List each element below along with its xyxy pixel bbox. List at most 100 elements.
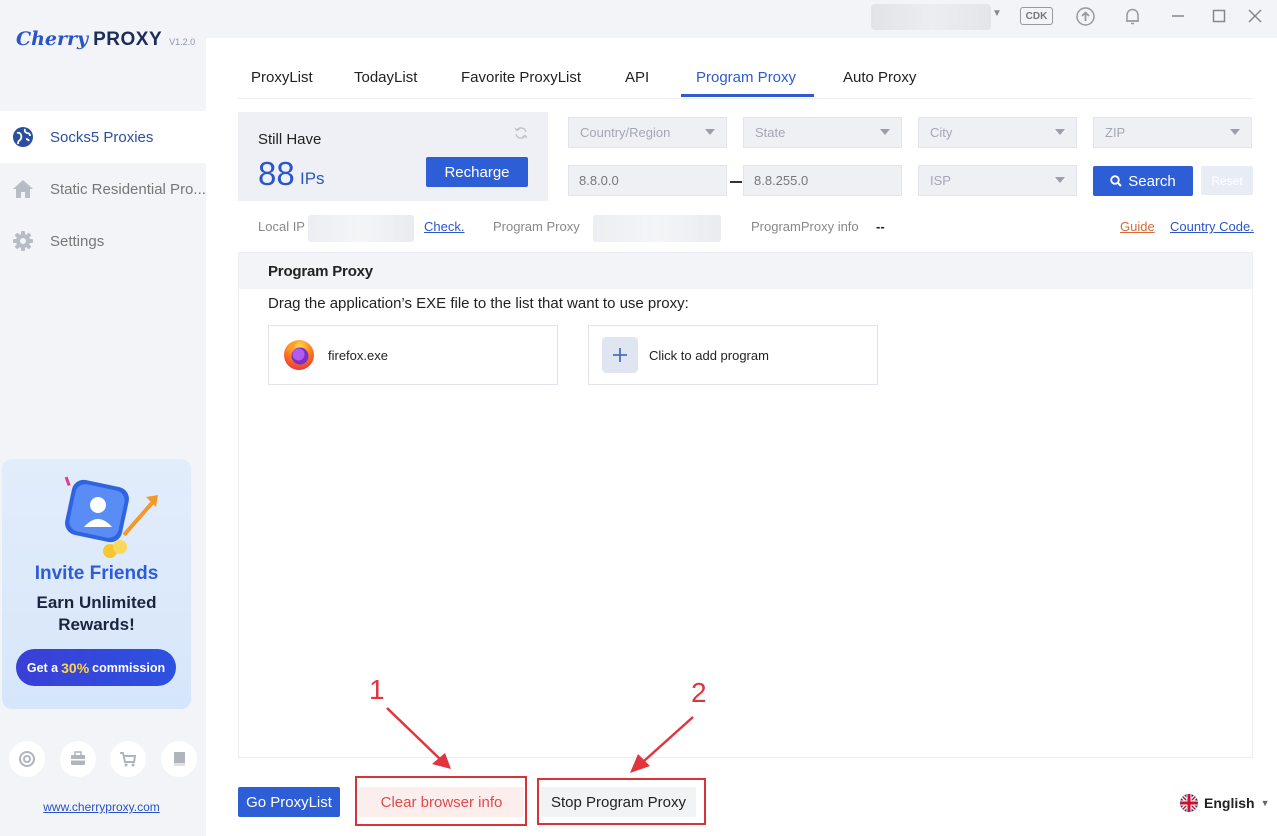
refresh-icon[interactable] <box>514 126 528 143</box>
cta-suffix: commission <box>92 660 166 675</box>
search-button[interactable]: Search <box>1093 166 1193 196</box>
sidebar-item-settings[interactable]: Settings <box>0 215 206 267</box>
tab-todaylist[interactable]: TodayList <box>354 69 417 86</box>
local-ip-label: Local IP <box>258 219 305 234</box>
zip-placeholder: ZIP <box>1105 125 1126 140</box>
isp-placeholder: ISP <box>930 173 951 188</box>
promo-subtitle: Earn Unlimited Rewards! <box>2 592 191 636</box>
tab-bar: ProxyList TodayList Favorite ProxyList A… <box>238 38 1253 99</box>
program-proxy-description: Drag the application’s EXE file to the l… <box>268 295 689 312</box>
country-region-placeholder: Country/Region <box>580 125 671 140</box>
logo-cherry-text: Cherry <box>16 28 89 50</box>
app-logo: Cherry PROXY V1.2.0 <box>16 28 195 51</box>
minimize-icon[interactable] <box>1168 6 1188 26</box>
state-placeholder: State <box>755 125 786 140</box>
program-card-firefox[interactable]: firefox.exe <box>268 325 558 385</box>
bell-icon[interactable] <box>1122 6 1142 26</box>
sidebar-bottom-icons <box>0 741 206 777</box>
program-proxy-value <box>593 215 721 242</box>
main-panel: ProxyList TodayList Favorite ProxyList A… <box>206 38 1277 836</box>
website-link[interactable]: www.cherryproxy.com <box>0 800 203 814</box>
program-proxy-info-value: -- <box>876 219 885 234</box>
promo-commission-button[interactable]: Get a 30% commission <box>16 649 176 686</box>
annotation-box-1 <box>355 776 527 826</box>
range-separator <box>730 181 742 183</box>
briefcase-icon[interactable] <box>59 741 96 777</box>
chevron-down-icon[interactable]: ▼ <box>992 8 1002 19</box>
globe-icon <box>12 126 34 148</box>
isp-select[interactable]: ISP <box>918 165 1077 196</box>
program-proxy-panel: Program Proxy Drag the application’s EXE… <box>238 252 1253 758</box>
search-label: Search <box>1128 172 1176 190</box>
sidebar: Cherry PROXY V1.2.0 Socks5 Proxies Stati… <box>0 0 206 836</box>
add-program-button[interactable]: Click to add program <box>588 325 878 385</box>
maximize-icon[interactable] <box>1209 6 1229 26</box>
chevron-down-icon <box>1230 129 1240 135</box>
support-icon[interactable] <box>9 741 46 777</box>
guide-link[interactable]: Guide <box>1120 219 1155 234</box>
zip-select[interactable]: ZIP <box>1093 117 1252 148</box>
sidebar-item-label: Settings <box>50 232 105 250</box>
chevron-down-icon <box>705 129 715 135</box>
plus-icon <box>602 337 638 373</box>
sidebar-item-socks5[interactable]: Socks5 Proxies <box>0 111 206 163</box>
search-icon <box>1110 175 1122 187</box>
check-link[interactable]: Check. <box>424 219 464 234</box>
account-selector[interactable] <box>871 4 991 30</box>
tab-proxylist[interactable]: ProxyList <box>251 69 313 86</box>
invite-friends-banner[interactable]: Invite Friends Earn Unlimited Rewards! G… <box>2 459 191 709</box>
home-icon <box>12 178 34 200</box>
sidebar-nav: Socks5 Proxies Static Residential Pro...… <box>0 111 206 267</box>
language-selector[interactable]: English ▼ <box>1180 794 1269 812</box>
sidebar-item-label: Socks5 Proxies <box>50 128 154 146</box>
chevron-down-icon <box>880 129 890 135</box>
upload-icon[interactable] <box>1075 6 1095 26</box>
city-placeholder: City <box>930 125 953 140</box>
gear-icon <box>12 230 34 252</box>
tab-auto-proxy[interactable]: Auto Proxy <box>843 69 916 86</box>
state-select[interactable]: State <box>743 117 902 148</box>
promo-title: Invite Friends <box>34 563 159 584</box>
cdk-button[interactable]: CDK <box>1020 7 1053 25</box>
invite-user-illustration <box>64 476 158 558</box>
sidebar-item-static-residential[interactable]: Static Residential Pro... <box>0 163 206 215</box>
add-program-label: Click to add program <box>649 347 769 363</box>
promo-line-2: Rewards! <box>58 615 135 634</box>
cta-percent: 30% <box>61 659 90 676</box>
app-version: V1.2.0 <box>169 37 196 47</box>
program-proxy-label: Program Proxy <box>493 219 580 234</box>
cta-prefix: Get a <box>26 660 59 675</box>
language-label: English <box>1204 795 1255 811</box>
balance-count: 88 <box>258 155 295 192</box>
active-tab-indicator <box>681 94 814 97</box>
balance-unit: IPs <box>300 169 325 188</box>
uk-flag-icon <box>1180 794 1198 812</box>
promo-line-1: Earn Unlimited <box>36 593 157 612</box>
firefox-icon <box>282 338 316 372</box>
close-icon[interactable] <box>1245 6 1265 26</box>
ip-range-end-input[interactable]: 8.8.255.0 <box>743 165 902 196</box>
reset-button[interactable]: Reset <box>1201 166 1253 195</box>
annotation-arrow-2 <box>630 716 694 773</box>
balance-label: Still Have <box>258 131 322 148</box>
sidebar-item-label: Static Residential Pro... <box>50 180 206 198</box>
cart-icon[interactable] <box>110 741 147 777</box>
city-select[interactable]: City <box>918 117 1077 148</box>
local-ip-value <box>308 215 414 242</box>
go-proxylist-button[interactable]: Go ProxyList <box>238 787 340 817</box>
title-bar: ▼ CDK <box>206 0 1277 38</box>
chevron-down-icon <box>1055 177 1065 183</box>
country-code-link[interactable]: Country Code. <box>1170 219 1254 234</box>
chevron-down-icon: ▼ <box>1260 798 1270 808</box>
ip-balance-card: Still Have 88 IPs Recharge <box>238 112 548 201</box>
country-region-select[interactable]: Country/Region <box>568 117 727 148</box>
program-proxy-heading: Program Proxy <box>239 253 1252 289</box>
logo-proxy-text: PROXY <box>93 29 163 50</box>
book-icon[interactable] <box>160 741 197 777</box>
tab-program-proxy[interactable]: Program Proxy <box>696 69 796 86</box>
recharge-button[interactable]: Recharge <box>426 157 528 187</box>
tab-favorite-proxylist[interactable]: Favorite ProxyList <box>461 69 581 86</box>
chevron-down-icon <box>1055 129 1065 135</box>
tab-api[interactable]: API <box>625 69 649 86</box>
ip-range-start-input[interactable]: 8.8.0.0 <box>568 165 727 196</box>
